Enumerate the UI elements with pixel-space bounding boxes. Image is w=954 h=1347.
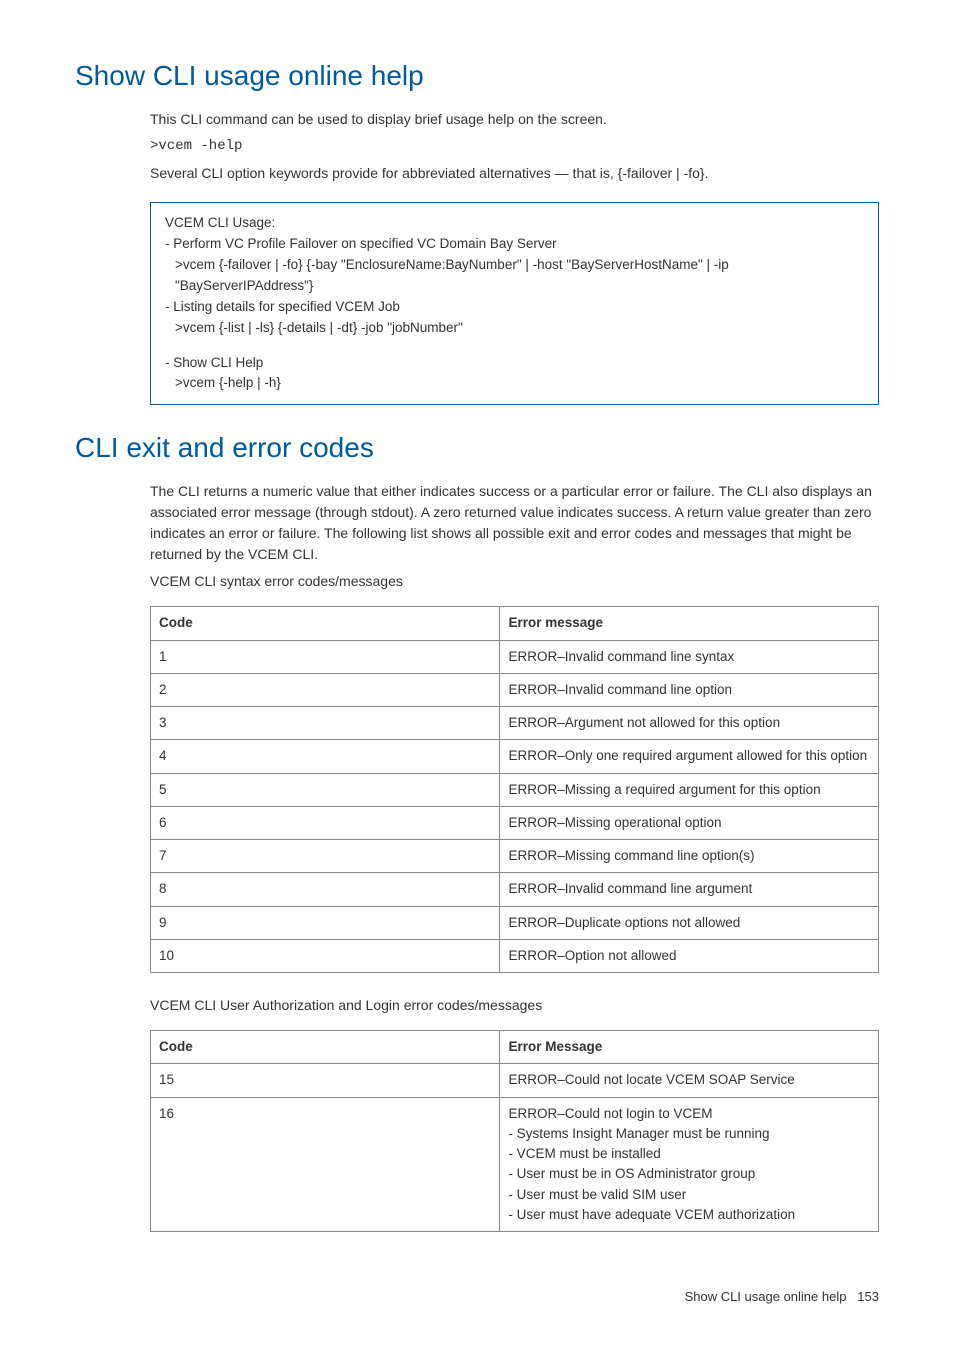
code-cell: 15 [151,1064,500,1097]
table-row: 10ERROR–Option not allowed [151,939,879,972]
table-row: 8ERROR–Invalid command line argument [151,873,879,906]
msg-cell: ERROR–Option not allowed [500,939,879,972]
table-row: 16ERROR–Could not login to VCEM- Systems… [151,1097,879,1232]
table-1-header-code: Code [151,607,500,640]
msg-cell: ERROR–Could not login to VCEM- Systems I… [500,1097,879,1232]
code-cell: 6 [151,806,500,839]
msg-cell: ERROR–Could not locate VCEM SOAP Service [500,1064,879,1097]
msg-cell: ERROR–Missing a required argument for th… [500,773,879,806]
code-cell: 8 [151,873,500,906]
code-cell: 9 [151,906,500,939]
msg-cell: ERROR–Invalid command line argument [500,873,879,906]
msg-line: ERROR–Could not login to VCEM [508,1104,870,1124]
msg-line: ERROR–Could not locate VCEM SOAP Service [508,1070,870,1090]
code-cell: 16 [151,1097,500,1232]
section-heading-2: CLI exit and error codes [75,427,879,469]
table-row: 1ERROR–Invalid command line syntax [151,640,879,673]
msg-cell: ERROR–Missing operational option [500,806,879,839]
code-cell: 1 [151,640,500,673]
desc-paragraph-1: Several CLI option keywords provide for … [150,163,879,184]
table-1-header-msg: Error message [500,607,879,640]
section-heading-1: Show CLI usage online help [75,55,879,97]
usage-item-2-command: >vcem {-list | -ls} {-details | -dt} -jo… [175,318,864,339]
command-example: >vcem -help [150,136,879,157]
code-cell: 4 [151,740,500,773]
msg-cell: ERROR–Duplicate options not allowed [500,906,879,939]
table-1-caption: VCEM CLI syntax error codes/messages [150,571,879,592]
msg-line: - User must be in OS Administrator group [508,1164,870,1184]
table-row: 6ERROR–Missing operational option [151,806,879,839]
table-row: 4ERROR–Only one required argument allowe… [151,740,879,773]
usage-item-3-command: >vcem {-help | -h} [175,373,864,394]
msg-line: - User must have adequate VCEM authoriza… [508,1205,870,1225]
msg-cell: ERROR–Invalid command line option [500,673,879,706]
table-row: 9ERROR–Duplicate options not allowed [151,906,879,939]
table-row: 2ERROR–Invalid command line option [151,673,879,706]
table-row: 5ERROR–Missing a required argument for t… [151,773,879,806]
usage-item-2-label: - Listing details for specified VCEM Job [165,297,864,318]
usage-item-3-label: - Show CLI Help [165,353,864,374]
intro-paragraph-2: The CLI returns a numeric value that eit… [150,481,879,565]
usage-box: VCEM CLI Usage: - Perform VC Profile Fai… [150,202,879,405]
table-2-caption: VCEM CLI User Authorization and Login er… [150,995,879,1016]
msg-cell: ERROR–Invalid command line syntax [500,640,879,673]
msg-line: - Systems Insight Manager must be runnin… [508,1124,870,1144]
code-cell: 3 [151,707,500,740]
usage-item-1-label: - Perform VC Profile Failover on specifi… [165,234,864,255]
table-row: 3ERROR–Argument not allowed for this opt… [151,707,879,740]
msg-cell: ERROR–Missing command line option(s) [500,840,879,873]
table-2-header-code: Code [151,1031,500,1064]
msg-cell: ERROR–Only one required argument allowed… [500,740,879,773]
code-cell: 10 [151,939,500,972]
auth-error-table: Code Error Message 15 ERROR–Could not loc… [150,1030,879,1232]
msg-line: - User must be valid SIM user [508,1185,870,1205]
code-cell: 2 [151,673,500,706]
page-footer: Show CLI usage online help 153 [75,1287,879,1307]
intro-paragraph-1: This CLI command can be used to display … [150,109,879,130]
msg-cell: ERROR–Argument not allowed for this opti… [500,707,879,740]
code-cell: 5 [151,773,500,806]
usage-item-1-command: >vcem {-failover | -fo} {-bay "Enclosure… [175,255,864,297]
table-2-header-msg: Error Message [500,1031,879,1064]
msg-line: - VCEM must be installed [508,1144,870,1164]
syntax-error-table: Code Error message 1ERROR–Invalid comman… [150,606,879,973]
table-row: 7ERROR–Missing command line option(s) [151,840,879,873]
usage-title: VCEM CLI Usage: [165,213,864,234]
footer-page-number: 153 [857,1289,879,1304]
table-row: 15 ERROR–Could not locate VCEM SOAP Servi… [151,1064,879,1097]
footer-label: Show CLI usage online help [685,1289,847,1304]
code-cell: 7 [151,840,500,873]
